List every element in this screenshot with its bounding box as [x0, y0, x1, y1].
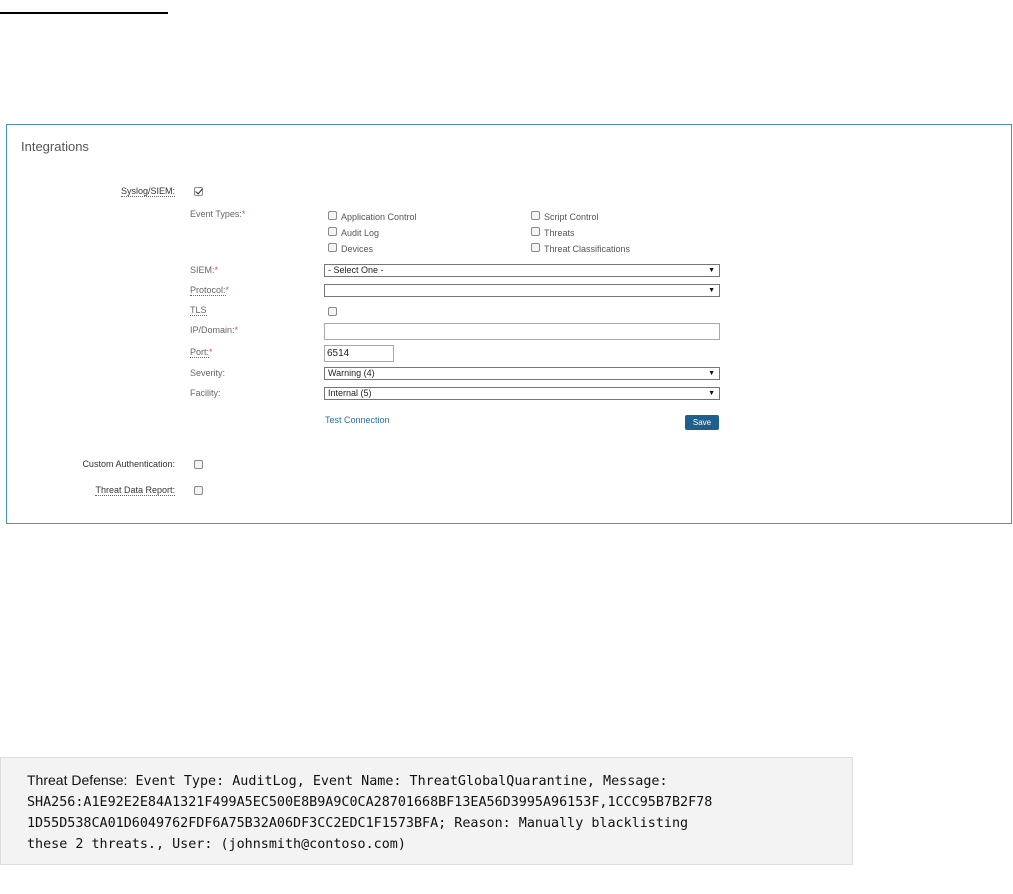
event-types-label: Event Types:* [190, 209, 246, 219]
event-type-application-control-label: Application Control [341, 212, 417, 222]
severity-label: Severity: [190, 368, 226, 378]
log-prefix: Threat Defense: [27, 772, 128, 788]
chevron-down-icon: ▼ [708, 267, 715, 274]
custom-authentication-checkbox[interactable] [194, 460, 203, 469]
save-button[interactable]: Save [685, 415, 719, 430]
port-input[interactable]: 6514 [324, 345, 394, 362]
event-type-script-control-checkbox[interactable] [531, 211, 540, 220]
panel-title: Integrations [21, 139, 89, 154]
siem-label: SIEM:* [190, 265, 219, 275]
log-line-4: these 2 threats., User: (johnsmith@conto… [27, 837, 406, 852]
log-message: Threat Defense: Event Type: AuditLog, Ev… [27, 770, 842, 855]
test-connection-link[interactable]: Test Connection [325, 415, 390, 425]
tls-label: TLS [190, 305, 207, 316]
threat-data-report-checkbox[interactable] [194, 486, 203, 495]
log-line-3: 1D55D538CA01D6049762FDF6A75B32A06DF3CC2E… [27, 816, 689, 831]
log-line-1: Event Type: AuditLog, Event Name: Threat… [127, 774, 668, 789]
event-type-threats-label: Threats [544, 228, 575, 238]
protocol-label: Protocol:* [190, 285, 230, 296]
log-line-2: SHA256:A1E92E2E84A1321F499A5EC500E8B9A9C… [27, 795, 713, 810]
custom-authentication-label: Custom Authentication: [82, 459, 175, 469]
syslog-siem-label: Syslog/SIEM: [120, 186, 175, 197]
event-type-devices-checkbox[interactable] [328, 243, 337, 252]
ip-domain-input[interactable] [324, 323, 720, 340]
chevron-down-icon: ▼ [708, 390, 715, 397]
event-type-script-control-label: Script Control [544, 212, 599, 222]
event-type-threats-checkbox[interactable] [531, 227, 540, 236]
event-type-threat-classifications-checkbox[interactable] [531, 243, 540, 252]
severity-select[interactable]: Warning (4) ▼ [324, 367, 720, 380]
top-divider [0, 12, 168, 14]
event-type-threat-classifications-label: Threat Classifications [544, 244, 631, 254]
protocol-select[interactable]: ▼ [324, 284, 720, 297]
syslog-siem-checkbox[interactable] [194, 187, 203, 196]
event-type-application-control-checkbox[interactable] [328, 211, 337, 220]
port-label: Port:* [190, 347, 213, 358]
event-type-audit-log-checkbox[interactable] [328, 227, 337, 236]
facility-select[interactable]: Internal (5) ▼ [324, 387, 720, 400]
ip-domain-label: IP/Domain:* [190, 325, 239, 335]
event-type-devices-label: Devices [341, 244, 374, 254]
threat-data-report-label: Threat Data Report: [95, 485, 175, 496]
tls-checkbox[interactable] [328, 307, 337, 316]
chevron-down-icon: ▼ [708, 287, 715, 294]
integrations-panel: Integrations Syslog/SIEM: Event Types:* … [6, 124, 1012, 524]
facility-label: Facility: [190, 388, 221, 398]
log-output-box: Threat Defense: Event Type: AuditLog, Ev… [0, 757, 853, 865]
siem-select[interactable]: - Select One - ▼ [324, 264, 720, 277]
chevron-down-icon: ▼ [708, 370, 715, 377]
event-type-audit-log-label: Audit Log [341, 228, 380, 238]
